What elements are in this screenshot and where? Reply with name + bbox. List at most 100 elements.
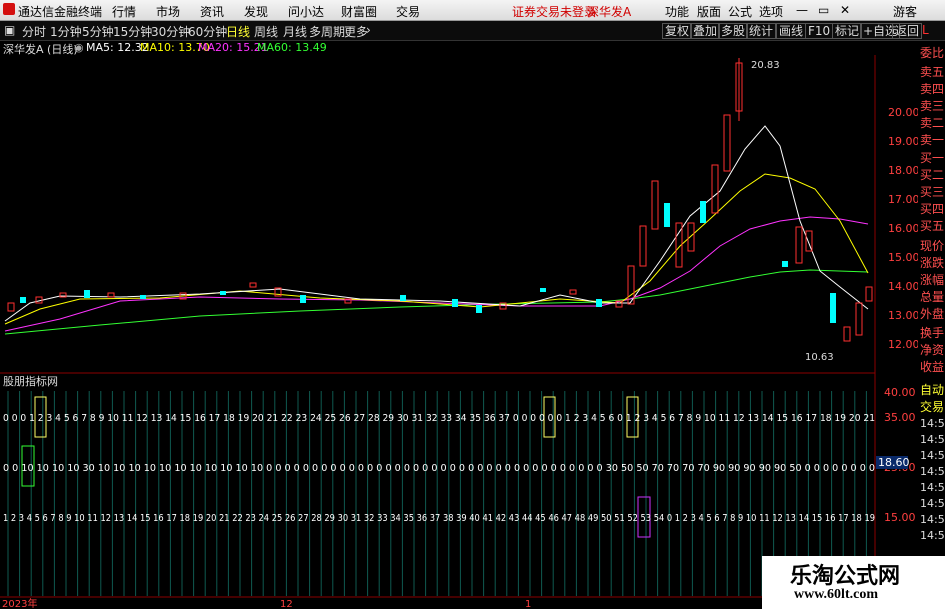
high-price-label: 20.83 <box>751 60 780 71</box>
indicator-title: 股朋指标网 <box>3 374 58 388</box>
quote-label: 买四 <box>920 202 945 216</box>
chevron-right-icon[interactable]: › <box>366 23 371 37</box>
period-30min[interactable]: 30分钟 <box>151 23 190 40</box>
app-logo-icon <box>3 3 15 15</box>
overlay-button[interactable]: 叠加 <box>690 23 721 39</box>
ma20-line <box>4 216 869 332</box>
price-tick: 17.00 <box>888 193 918 206</box>
ma10-line <box>4 173 869 325</box>
tick-time: 14:55 <box>920 433 945 446</box>
draw-lines-button[interactable]: 画线 <box>776 23 807 39</box>
period-intraday[interactable]: 分时 <box>22 23 46 40</box>
price-tick: 14.00 <box>888 280 918 293</box>
period-1min[interactable]: 1分钟 <box>50 23 82 40</box>
quote-label: 卖一 <box>920 133 945 147</box>
period-5min[interactable]: 5分钟 <box>82 23 114 40</box>
tick-time: 14:56 <box>920 481 945 494</box>
quote-panel: 委比 卖五 卖四 卖三 卖二 卖一 买一 买二 买三 买四 买五 现价 涨跌 涨… <box>918 41 945 609</box>
menu-item-discover[interactable]: 发现 <box>244 3 268 20</box>
adjust-button[interactable]: 复权 <box>662 23 693 39</box>
low-price-label: 10.63 <box>805 352 834 363</box>
tick-time: 14:56 <box>920 529 945 542</box>
quote-label: 委比 <box>920 46 945 60</box>
period-15min[interactable]: 15分钟 <box>113 23 152 40</box>
price-tick: 12.00 <box>888 338 918 351</box>
price-tick: 16.00 <box>888 222 918 235</box>
multi-stock-button[interactable]: 多股 <box>718 23 749 39</box>
collapse-icon[interactable]: ▣ <box>4 23 15 37</box>
restore-icon[interactable]: ▭ <box>818 3 829 17</box>
watermark-name: 乐淘公式网 <box>790 564 901 589</box>
f10-button[interactable]: F10 <box>805 23 834 39</box>
menu-item-formula[interactable]: 公式 <box>728 3 752 20</box>
price-tick: 15.00 <box>888 251 918 264</box>
price-tick: 19.00 <box>888 135 918 148</box>
watermark: 乐淘公式网 www.60lt.com <box>762 556 945 609</box>
close-icon[interactable]: ✕ <box>840 3 850 17</box>
tick-time: 14:56 <box>920 497 945 510</box>
date-label: 12 <box>280 599 293 609</box>
menu-item-layout[interactable]: 版面 <box>697 3 721 20</box>
quote-label: 买五 <box>920 219 945 233</box>
indicator-row-1: 0 0 0 1 2 3 4 5 6 7 8 9 10 11 12 13 14 1… <box>3 413 875 424</box>
mark-button[interactable]: 标记 <box>832 23 863 39</box>
stock-name-tab[interactable]: 深华发A <box>587 3 631 20</box>
ma60-line <box>4 269 869 335</box>
ma5-line <box>4 125 869 322</box>
tick-time: 14:56 <box>920 513 945 526</box>
quote-label: 卖五 <box>920 65 945 79</box>
period-multi[interactable]: 多周期 <box>309 23 345 40</box>
quote-label: 换手 <box>920 326 945 340</box>
menu-item-quotes[interactable]: 行情 <box>112 3 136 20</box>
quote-label: 外盘 <box>920 307 945 321</box>
date-label: 1 <box>525 599 531 609</box>
indicator-tick: 15.00 <box>884 511 916 524</box>
back-button[interactable]: 返回 <box>892 23 923 39</box>
kline-chart[interactable]: 20.00 19.00 18.00 17.00 16.00 15.00 14.0… <box>0 41 918 609</box>
quote-label: 买三 <box>920 185 945 199</box>
menu-item-assistant[interactable]: 问小达 <box>288 3 324 20</box>
auto-trade-label[interactable]: 自动 <box>920 381 944 398</box>
period-daily[interactable]: 日线 <box>226 23 250 40</box>
menu-item-options[interactable]: 选项 <box>759 3 783 20</box>
period-toolbar: ▣ 分时 1分钟 5分钟 15分钟 30分钟 60分钟 日线 周线 月线 多周期… <box>0 21 945 41</box>
indicator-tick: 40.00 <box>884 386 916 399</box>
price-tick: 18.00 <box>888 164 918 177</box>
period-more[interactable]: 更多 <box>344 23 368 40</box>
quote-label: 卖四 <box>920 82 945 96</box>
menu-item-wealth[interactable]: 财富圈 <box>341 3 377 20</box>
price-tick: 20.00 <box>888 106 918 119</box>
login-warning[interactable]: 证券交易未登录 <box>512 3 596 20</box>
tick-time: 14:55 <box>920 417 945 430</box>
minimize-icon[interactable]: — <box>796 3 808 17</box>
auto-trade-label[interactable]: 交易 <box>920 398 944 415</box>
quote-label: 买一 <box>920 151 945 165</box>
quote-label: 收益 <box>920 360 945 374</box>
date-label: 2023年 <box>2 597 37 609</box>
app-title: 通达信金融终端 <box>18 5 103 19</box>
l-indicator[interactable]: L <box>922 23 929 37</box>
period-monthly[interactable]: 月线 <box>283 23 307 40</box>
period-60min[interactable]: 60分钟 <box>188 23 227 40</box>
tick-time: 14:56 <box>920 449 945 462</box>
watermark-url: www.60lt.com <box>794 587 878 602</box>
quote-label: 卖三 <box>920 99 945 113</box>
quote-label: 涨跌 <box>920 256 945 270</box>
menu-item-news[interactable]: 资讯 <box>200 3 224 20</box>
quote-label: 总量 <box>920 290 945 304</box>
quote-label: 卖二 <box>920 116 945 130</box>
quote-label: 买二 <box>920 168 945 182</box>
price-tick: 13.00 <box>888 309 918 322</box>
period-weekly[interactable]: 周线 <box>254 23 278 40</box>
guest-user[interactable]: 游客 <box>893 3 917 20</box>
indicator-price-tag: 18.60 <box>878 456 910 469</box>
indicator-row-3: 1 2 3 4 5 6 7 8 9 10 11 12 13 14 15 16 1… <box>3 513 875 524</box>
statistics-button[interactable]: 统计 <box>746 23 777 39</box>
indicator-tick: 35.00 <box>884 411 916 424</box>
price-axis: 20.00 19.00 18.00 17.00 16.00 15.00 14.0… <box>888 106 918 351</box>
menu-item-trade[interactable]: 交易 <box>396 3 420 20</box>
menu-item-market[interactable]: 市场 <box>156 3 180 20</box>
menu-bar: 通达信金融终端 行情 市场 资讯 发现 问小达 财富圈 交易 证券交易未登录 深… <box>0 0 945 21</box>
menu-item-function[interactable]: 功能 <box>665 3 689 20</box>
indicator-row-2: 0 0 10 10 10 10 30 10 10 10 10 10 10 10 … <box>3 463 875 474</box>
